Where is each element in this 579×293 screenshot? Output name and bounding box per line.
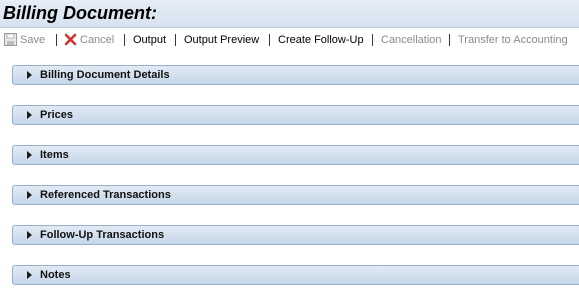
section-prices[interactable]: Prices — [12, 105, 579, 125]
save-label: Save — [20, 34, 46, 46]
close-icon — [64, 33, 77, 46]
section-label: Billing Document Details — [40, 69, 170, 81]
toolbar-separator — [269, 34, 270, 46]
toolbar-separator — [124, 34, 125, 46]
toolbar-separator — [449, 34, 450, 46]
section-items[interactable]: Items — [12, 145, 579, 165]
output-preview-button[interactable]: Output Preview — [184, 33, 259, 47]
section-label: Prices — [40, 109, 74, 121]
title-bar: Billing Document: — [0, 0, 579, 28]
save-icon — [4, 33, 17, 46]
toolbar: Save Cancel Output Output Preview Create… — [0, 29, 579, 51]
expand-arrow-icon — [27, 111, 32, 119]
toolbar-separator — [56, 34, 57, 46]
cancellation-button[interactable]: Cancellation — [381, 33, 442, 47]
expand-arrow-icon — [27, 191, 32, 199]
expand-arrow-icon — [27, 71, 32, 79]
expand-arrow-icon — [27, 151, 32, 159]
expand-arrow-icon — [27, 231, 32, 239]
cancel-label: Cancel — [80, 34, 115, 46]
output-button[interactable]: Output — [133, 33, 166, 47]
section-label: Notes — [40, 269, 71, 281]
expand-arrow-icon — [27, 271, 32, 279]
page-title: Billing Document: — [3, 3, 157, 23]
create-follow-up-button[interactable]: Create Follow-Up — [278, 33, 364, 47]
cancel-button[interactable]: Cancel — [64, 33, 114, 47]
section-referenced-transactions[interactable]: Referenced Transactions — [12, 185, 579, 205]
section-label: Items — [40, 149, 69, 161]
save-button[interactable]: Save — [4, 33, 45, 47]
section-label: Follow-Up Transactions — [40, 229, 165, 241]
toolbar-separator — [372, 34, 373, 46]
section-label: Referenced Transactions — [40, 189, 171, 201]
section-follow-up-transactions[interactable]: Follow-Up Transactions — [12, 225, 579, 245]
transfer-to-accounting-button[interactable]: Transfer to Accounting — [458, 33, 568, 47]
section-billing-document-details[interactable]: Billing Document Details — [12, 65, 579, 85]
section-notes[interactable]: Notes — [12, 265, 579, 285]
toolbar-separator — [175, 34, 176, 46]
